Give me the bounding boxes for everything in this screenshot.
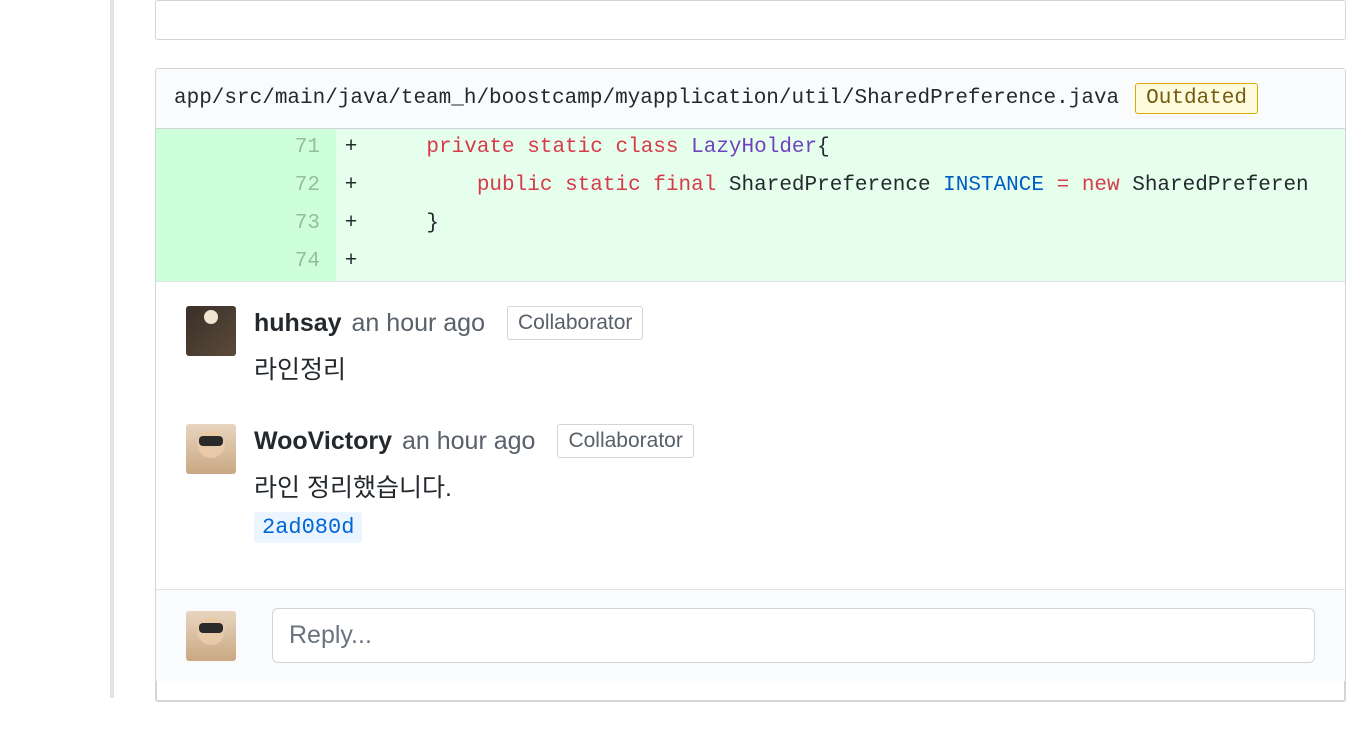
new-line-number: 74: [246, 243, 336, 281]
diff-code: }: [366, 205, 1345, 243]
old-line-number: [156, 167, 246, 205]
comment-avatar[interactable]: [186, 306, 236, 356]
comment: huhsay an hour ago Collaborator 라인정리: [186, 306, 1315, 394]
comment-header: WooVictory an hour ago Collaborator: [254, 424, 1315, 458]
reply-section: [156, 589, 1345, 681]
comment-text: 라인 정리했습니다.: [254, 468, 1315, 504]
comment-author-link[interactable]: WooVictory: [254, 427, 392, 456]
file-header[interactable]: app/src/main/java/team_h/boostcamp/myapp…: [156, 69, 1345, 129]
comment: WooVictory an hour ago Collaborator 라인 정리했습…: [186, 424, 1315, 543]
old-line-number: [156, 205, 246, 243]
role-badge: Collaborator: [507, 306, 643, 340]
diff-marker: +: [336, 167, 366, 205]
diff-marker: +: [336, 129, 366, 167]
diff-code: private static class LazyHolder{: [366, 129, 1345, 167]
new-line-number: 71: [246, 129, 336, 167]
old-line-number: [156, 243, 246, 281]
comment-timestamp[interactable]: an hour ago: [352, 309, 485, 338]
current-user-avatar[interactable]: [186, 611, 236, 661]
role-badge: Collaborator: [557, 424, 693, 458]
new-line-number: 72: [246, 167, 336, 205]
old-line-number: [156, 129, 246, 167]
comment-author-link[interactable]: huhsay: [254, 309, 342, 338]
previous-review-block: [155, 0, 1346, 40]
new-line-number: 73: [246, 205, 336, 243]
diff-code: public static final SharedPreference INS…: [366, 167, 1345, 205]
block-footer: [156, 681, 1345, 701]
diff-line: 74+: [156, 243, 1345, 281]
comment-text: 라인정리: [254, 350, 1315, 386]
diff-code: [366, 243, 1345, 281]
comments-section: huhsay an hour ago Collaborator 라인정리 WooVict…: [156, 281, 1345, 589]
comment-avatar[interactable]: [186, 424, 236, 474]
diff-table: 71+ private static class LazyHolder{72+ …: [156, 129, 1345, 281]
review-comment-block: app/src/main/java/team_h/boostcamp/myapp…: [155, 68, 1346, 702]
file-path[interactable]: app/src/main/java/team_h/boostcamp/myapp…: [174, 87, 1119, 110]
comment-header: huhsay an hour ago Collaborator: [254, 306, 1315, 340]
comment-timestamp[interactable]: an hour ago: [402, 427, 535, 456]
reply-input[interactable]: [272, 608, 1315, 663]
diff-marker: +: [336, 243, 366, 281]
diff-line: 73+ }: [156, 205, 1345, 243]
outdated-badge: Outdated: [1135, 83, 1258, 114]
diff-line: 72+ public static final SharedPreference…: [156, 167, 1345, 205]
diff-marker: +: [336, 205, 366, 243]
diff-line: 71+ private static class LazyHolder{: [156, 129, 1345, 167]
commit-reference-link[interactable]: 2ad080d: [254, 512, 362, 543]
